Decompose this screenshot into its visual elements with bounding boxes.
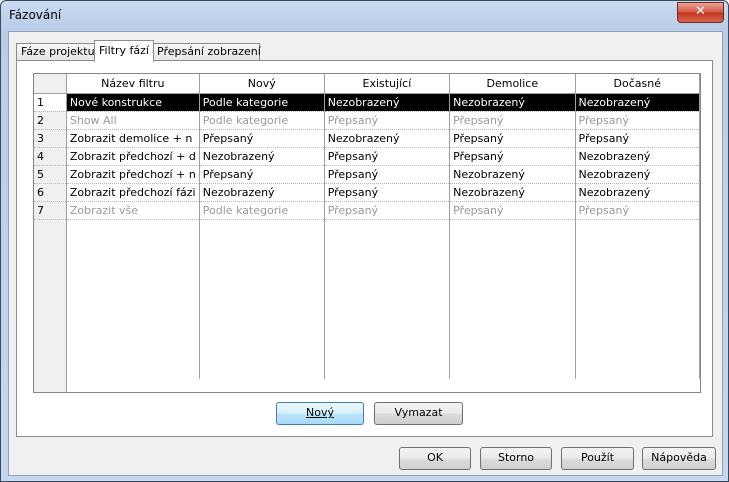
table-cell[interactable]: Nezobrazený [575, 147, 701, 166]
table-cell[interactable]: Nové konstrukce [66, 93, 200, 112]
table-cell[interactable]: Přepsaný [575, 129, 701, 148]
cancel-button[interactable]: Storno [480, 447, 552, 470]
table-row[interactable]: 4 Zobrazit předchozí + d Nezobrazený Pře… [34, 147, 701, 166]
table-cell[interactable]: Nezobrazený [575, 93, 701, 112]
table-cell[interactable]: Zobrazit předchozí fázi [66, 183, 200, 202]
table-cell[interactable]: Podle kategorie [199, 93, 325, 112]
table-cell[interactable]: Nezobrazený [324, 129, 451, 148]
delete-filter-button[interactable]: Vymazat [374, 402, 463, 425]
table-cell[interactable]: Zobrazit předchozí + n [66, 165, 200, 184]
window-title: Fázování [9, 8, 62, 22]
table-cell[interactable]: Přepsaný [199, 165, 325, 184]
phase-filter-grid: Název filtru Nový Existující Demolice Do… [33, 73, 701, 393]
row-number[interactable]: 5 [34, 165, 67, 184]
row-number[interactable]: 2 [34, 111, 67, 130]
tab-graphic-overrides[interactable]: Přepsání zobrazení [152, 43, 261, 61]
table-cell[interactable]: Podle kategorie [199, 201, 325, 220]
table-cell[interactable]: Přepsaný [575, 201, 701, 220]
apply-button[interactable]: Použít [561, 447, 634, 470]
table-row[interactable]: 7 Zobrazit vše Podle kategorie Přepsaný … [34, 201, 701, 220]
table-cell[interactable]: Přepsaný [449, 111, 576, 130]
table-cell[interactable]: Nezobrazený [449, 165, 576, 184]
table-row[interactable]: 5 Zobrazit předchozí + n Přepsaný Přepsa… [34, 165, 701, 184]
table-cell[interactable]: Nezobrazený [575, 183, 701, 202]
table-cell[interactable]: Přepsaný [324, 183, 451, 202]
column-header[interactable]: Nový [199, 74, 325, 94]
phase-filter-table: Název filtru Nový Existující Demolice Do… [34, 74, 701, 379]
help-button[interactable]: Nápověda [642, 447, 716, 470]
column-header[interactable]: Demolice [449, 74, 576, 94]
table-cell[interactable]: Přepsaný [449, 201, 576, 220]
table-cell[interactable]: Nezobrazený [575, 165, 701, 184]
table-row[interactable]: 3 Zobrazit demolice + n Přepsaný Nezobra… [34, 129, 701, 148]
row-number[interactable]: 7 [34, 201, 67, 220]
corner-cell [34, 74, 67, 94]
ok-button-label: OK [427, 451, 443, 464]
apply-button-label: Použít [580, 451, 615, 464]
column-header[interactable]: Existující [324, 74, 451, 94]
table-cell[interactable]: Nezobrazený [449, 183, 576, 202]
table-cell[interactable]: Nezobrazený [324, 93, 451, 112]
row-number[interactable]: 4 [34, 147, 67, 166]
title-bar[interactable]: Fázování ✕ [1, 1, 728, 31]
row-number[interactable]: 1 [34, 93, 67, 112]
table-cell[interactable]: Show All [66, 111, 200, 130]
new-filter-button[interactable]: Nový [276, 402, 364, 425]
table-cell[interactable]: Nezobrazený [199, 147, 325, 166]
row-number[interactable]: 6 [34, 183, 67, 202]
table-cell[interactable]: Zobrazit vše [66, 201, 200, 220]
table-cell[interactable]: Přepsaný [575, 111, 701, 130]
ok-button[interactable]: OK [399, 447, 471, 470]
table-cell[interactable]: Přepsaný [199, 129, 325, 148]
tab-project-phases[interactable]: Fáze projektu [16, 43, 98, 61]
phasing-dialog: Fázování ✕ Fáze projektu Filtry fází Pře… [0, 0, 729, 482]
table-cell[interactable]: Nezobrazený [449, 93, 576, 112]
tab-phase-filters[interactable]: Filtry fází [94, 40, 154, 62]
table-row[interactable]: 2 Show All Podle kategorie Přepsaný Přep… [34, 111, 701, 130]
table-cell[interactable]: Zobrazit předchozí + d [66, 147, 200, 166]
empty-grid-area [34, 219, 701, 379]
table-cell[interactable]: Přepsaný [324, 201, 451, 220]
new-filter-button-label: Nový [306, 406, 334, 419]
table-row[interactable]: 6 Zobrazit předchozí fázi Nezobrazený Př… [34, 183, 701, 202]
table-cell[interactable]: Přepsaný [449, 147, 576, 166]
table-cell[interactable]: Zobrazit demolice + n [66, 129, 200, 148]
cancel-button-label: Storno [497, 451, 535, 464]
table-cell[interactable]: Podle kategorie [199, 111, 325, 130]
table-cell[interactable]: Přepsaný [324, 165, 451, 184]
row-number[interactable]: 3 [34, 129, 67, 148]
close-icon: ✕ [695, 4, 706, 19]
header-row: Název filtru Nový Existující Demolice Do… [34, 74, 701, 94]
column-header[interactable]: Dočasné [575, 74, 701, 94]
table-row[interactable]: 1 Nové konstrukce Podle kategorie Nezobr… [34, 93, 701, 112]
help-button-label: Nápověda [651, 451, 707, 464]
column-header[interactable]: Název filtru [66, 74, 200, 94]
dialog-client-area: Fáze projektu Filtry fází Přepsání zobra… [8, 31, 723, 476]
table-cell[interactable]: Přepsaný [324, 147, 451, 166]
table-cell[interactable]: Nezobrazený [199, 183, 325, 202]
table-cell[interactable]: Přepsaný [324, 111, 451, 130]
table-cell[interactable]: Přepsaný [449, 129, 576, 148]
close-button[interactable]: ✕ [677, 2, 724, 23]
delete-filter-button-label: Vymazat [394, 406, 443, 419]
phase-filters-panel: Název filtru Nový Existující Demolice Do… [16, 60, 713, 437]
